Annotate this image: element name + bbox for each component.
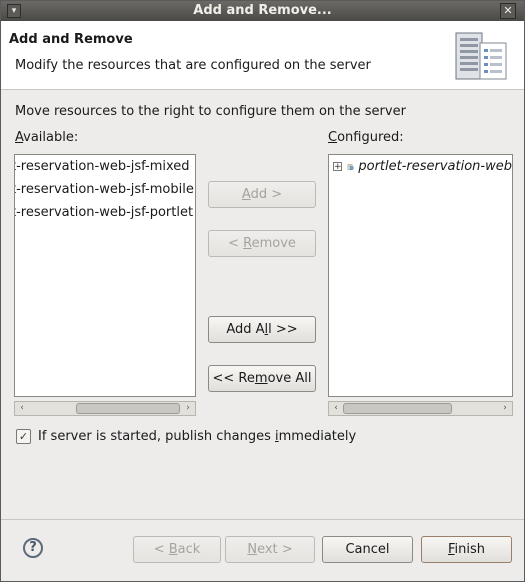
instructions-label: Move resources to the right to configure… — [15, 104, 406, 119]
remove-all-button[interactable]: << Remove All — [208, 365, 316, 392]
add-all-button[interactable]: Add All >> — [208, 316, 316, 343]
publish-checkbox-label: If server is started, publish changes im… — [38, 429, 357, 444]
publish-immediately-option[interactable]: ✓ If server is started, publish changes … — [16, 429, 356, 444]
available-label: Available: — [15, 130, 79, 145]
close-icon[interactable]: ✕ — [500, 3, 516, 19]
scroll-right-icon[interactable]: › — [499, 402, 511, 415]
window-title: Add and Remove... — [193, 3, 332, 18]
configured-hscrollbar[interactable]: ‹ › — [328, 401, 513, 416]
server-config-icon — [455, 32, 507, 80]
remove-button[interactable]: < Remove — [208, 230, 316, 257]
expand-icon[interactable]: + — [333, 162, 342, 172]
scroll-left-icon[interactable]: ‹ — [16, 402, 28, 415]
back-button[interactable]: < Back — [133, 536, 221, 563]
cancel-button[interactable]: Cancel — [322, 536, 413, 563]
scroll-thumb[interactable] — [76, 403, 180, 414]
window-menu-icon[interactable]: ▾ — [7, 4, 21, 18]
list-item[interactable]: t-reservation-web-jsf-mixed — [15, 155, 195, 178]
available-list[interactable]: t-reservation-web-jsf-mixed t-reservatio… — [14, 154, 196, 397]
page-description: Modify the resources that are configured… — [15, 58, 371, 73]
configured-list[interactable]: + portlet-reservation-web — [328, 154, 513, 397]
list-item[interactable]: + portlet-reservation-web — [333, 155, 512, 178]
configured-label: Configured: — [328, 130, 404, 145]
web-project-icon — [347, 163, 354, 170]
scroll-thumb[interactable] — [343, 403, 452, 414]
wizard-banner: Add and Remove Modify the resources that… — [1, 21, 524, 90]
scroll-left-icon[interactable]: ‹ — [330, 402, 342, 415]
configured-item-label: portlet-reservation-web — [358, 159, 512, 174]
list-item[interactable]: t-reservation-web-jsf-portlet — [15, 201, 195, 224]
next-button[interactable]: Next > — [225, 536, 315, 563]
help-icon[interactable]: ? — [23, 538, 43, 558]
list-item[interactable]: t-reservation-web-jsf-mobile — [15, 178, 195, 201]
button-bar-divider — [1, 519, 524, 520]
publish-checkbox[interactable]: ✓ — [16, 429, 31, 444]
add-remove-dialog: ▾ Add and Remove... ✕ Add and Remove Mod… — [0, 0, 525, 582]
scroll-right-icon[interactable]: › — [182, 402, 194, 415]
title-bar: ▾ Add and Remove... ✕ — [1, 1, 524, 21]
page-title: Add and Remove — [9, 32, 133, 47]
available-hscrollbar[interactable]: ‹ › — [14, 401, 196, 416]
add-button[interactable]: Add > — [208, 181, 316, 208]
finish-button[interactable]: Finish — [421, 536, 512, 563]
